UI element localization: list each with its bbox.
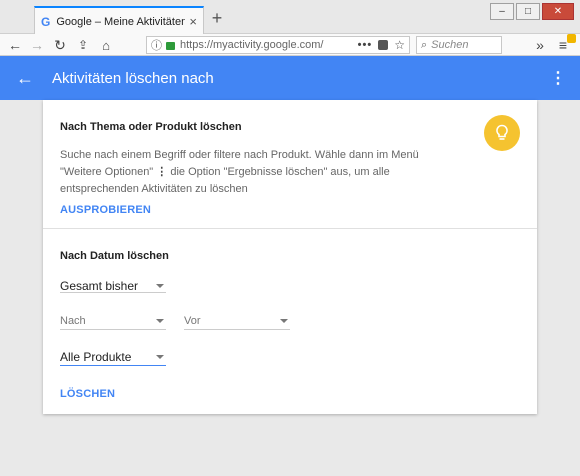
end-date-placeholder: Vor [184,314,201,327]
bookmark-star-icon[interactable]: ☆ [394,38,405,52]
google-favicon-icon: G [41,14,51,29]
search-placeholder: Suchen [431,39,469,51]
more-options-inline-icon: ⋮ [156,166,168,178]
dropdown-arrow-icon [280,318,288,323]
title-bar: G Google – Meine Aktivitäten × + – □ ✕ [0,0,580,35]
app-bar: ← Aktivitäten löschen nach ⋮ [0,56,580,100]
start-date-dropdown[interactable]: Nach [60,312,166,330]
tab-close-icon[interactable]: × [189,14,197,29]
product-dropdown[interactable]: Alle Produkte [60,348,166,366]
tab-title: Google – Meine Aktivitäten [56,15,186,28]
maximize-button[interactable]: □ [516,3,540,20]
browser-window: G Google – Meine Aktivitäten × + – □ ✕ ←… [0,0,580,476]
update-badge-icon [567,34,576,43]
back-arrow-icon[interactable]: ← [5,36,25,54]
browser-tab[interactable]: G Google – Meine Aktivitäten × [34,6,204,35]
home-icon[interactable]: ⌂ [96,36,116,54]
page-actions-icon[interactable]: ••• [358,39,373,51]
dropdown-arrow-icon [156,354,164,359]
forward-arrow-icon[interactable]: → [27,36,47,54]
new-tab-button[interactable]: + [208,8,226,29]
start-date-placeholder: Nach [60,314,86,327]
product-value: Alle Produkte [60,349,132,364]
topic-section-title: Nach Thema oder Produkt löschen [60,121,242,133]
delete-button[interactable]: LÖSCHEN [60,388,115,400]
overflow-icon[interactable]: » [530,36,550,54]
info-icon[interactable]: ⓘ [151,37,162,53]
reload-icon[interactable]: ↻ [50,36,70,54]
search-input[interactable]: ⌕ Suchen [416,36,502,54]
delete-options-card: Nach Thema oder Produkt löschen Suche na… [43,100,537,414]
navigation-toolbar: ← → ↻ ⇪ ⌂ ⓘ https://myactivity.google.co… [0,34,580,56]
lightbulb-icon [484,115,520,151]
end-date-dropdown[interactable]: Vor [184,312,290,330]
window-controls: – □ ✕ [490,3,574,20]
search-icon: ⌕ [421,38,428,51]
library-icon[interactable]: ⇪ [73,36,93,54]
url-text[interactable]: https://myactivity.google.com/ [180,39,354,51]
try-it-button[interactable]: AUSPROBIEREN [60,204,151,216]
close-window-button[interactable]: ✕ [542,3,574,20]
more-options-icon[interactable]: ⋮ [550,68,566,88]
url-bar[interactable]: ⓘ https://myactivity.google.com/ ••• ☆ [146,36,410,54]
time-range-value: Gesamt bisher [60,279,139,293]
section-divider [43,228,537,229]
minimize-button[interactable]: – [490,3,514,20]
page-title: Aktivitäten löschen nach [52,69,214,87]
dropdown-arrow-icon [156,318,164,323]
topic-section-description: Suche nach einem Begriff oder filtere na… [60,147,440,198]
dropdown-arrow-icon [156,284,164,288]
pocket-icon[interactable] [378,40,389,50]
lock-icon [166,42,175,50]
time-range-underline [60,292,166,293]
date-section-title: Nach Datum löschen [60,250,169,262]
back-icon[interactable]: ← [16,68,38,89]
